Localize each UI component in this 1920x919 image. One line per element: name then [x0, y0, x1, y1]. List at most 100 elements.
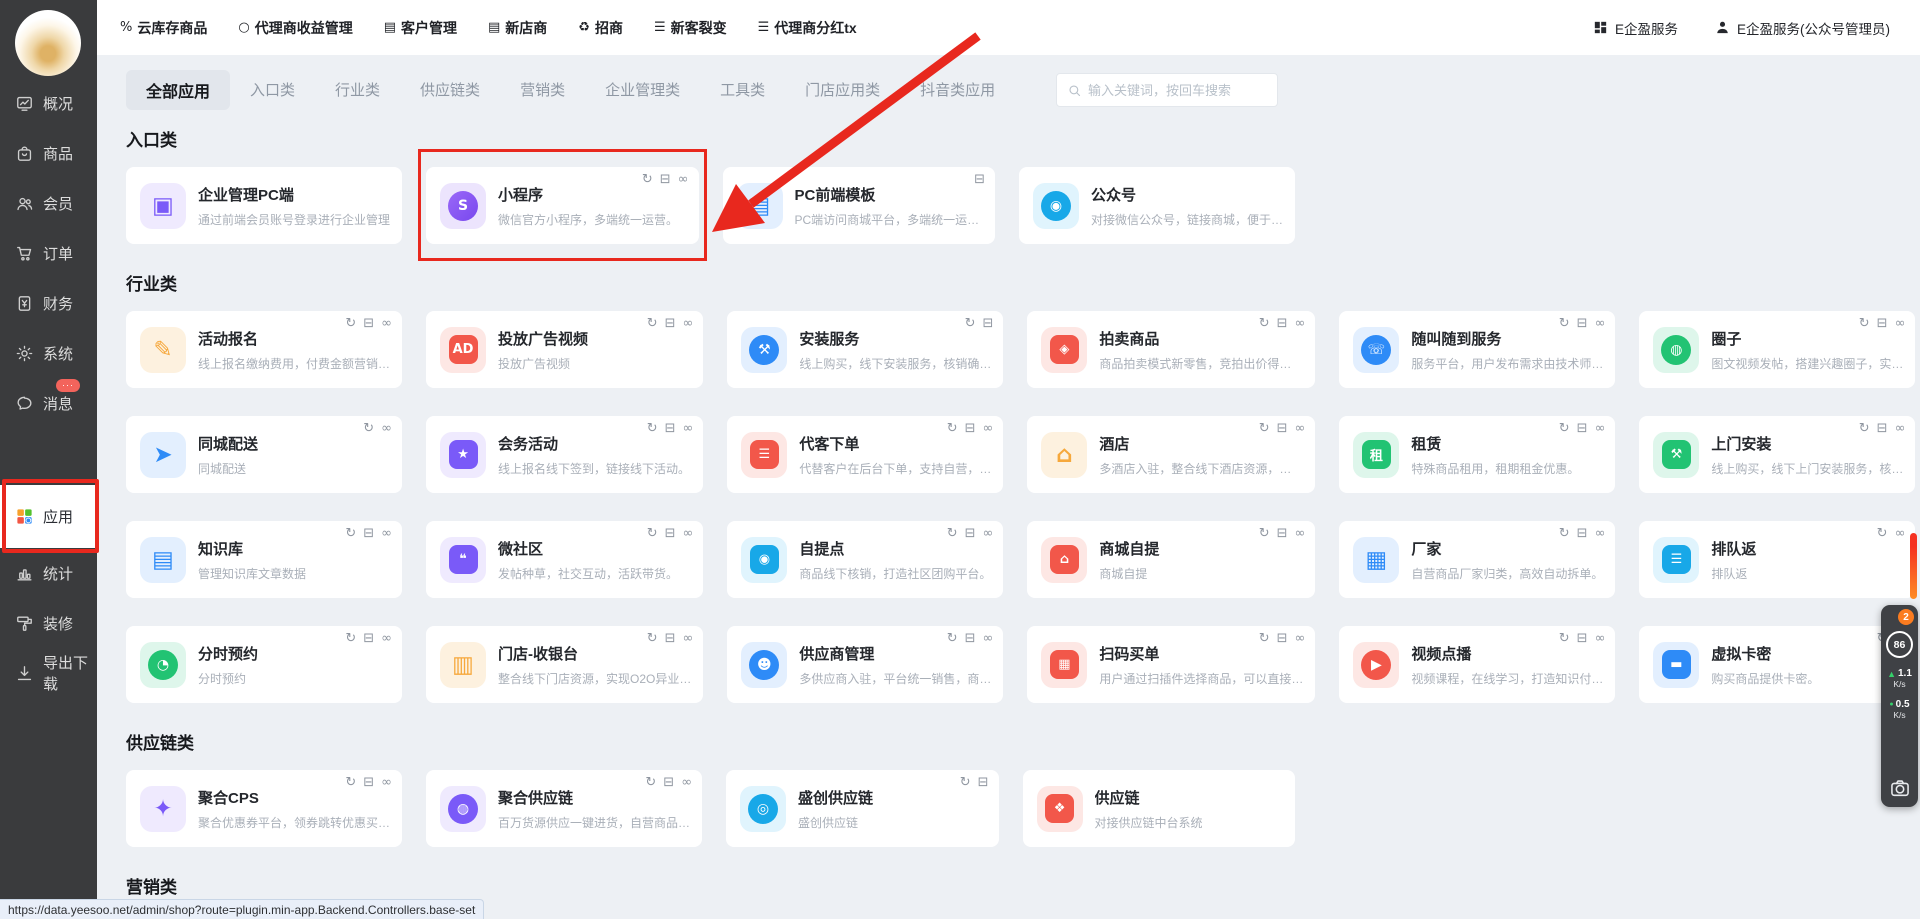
nav-item-代理商分红tx[interactable]: ☰代理商分红tx	[758, 18, 857, 38]
app-card-虚拟卡密[interactable]: ▬虚拟卡密购买商品提供卡密。↻⊟	[1639, 626, 1915, 703]
sidebar-item-finance[interactable]: 财务	[0, 278, 97, 328]
account-menu[interactable]: E企盈服务(公众号管理员)	[1714, 18, 1890, 38]
app-card-厂家[interactable]: ▦厂家自营商品厂家归类，高效自动拆单。↻⊟∞	[1339, 521, 1615, 598]
link-icon[interactable]: ∞	[683, 632, 694, 645]
refresh-icon[interactable]: ↻	[1859, 317, 1870, 330]
app-card-聚合供应链[interactable]: ◍聚合供应链百万货源供应一键进货，自营商品…↻⊟∞	[426, 770, 702, 847]
link-icon[interactable]: ∞	[683, 422, 694, 435]
tab-行业类[interactable]: 行业类	[315, 71, 400, 108]
link-icon[interactable]: ∞	[381, 317, 392, 330]
app-card-PC前端模板[interactable]: ▤PC前端模板PC端访问商城平台，多端统一运…⊟	[723, 167, 996, 244]
link-icon[interactable]: ∞	[1895, 422, 1906, 435]
refresh-icon[interactable]: ↻	[1559, 317, 1570, 330]
print-icon[interactable]: ⊟	[978, 776, 989, 789]
refresh-icon[interactable]: ↻	[1259, 632, 1270, 645]
refresh-icon[interactable]: ↻	[645, 776, 656, 789]
refresh-icon[interactable]: ↻	[647, 317, 658, 330]
refresh-icon[interactable]: ↻	[345, 632, 356, 645]
print-icon[interactable]: ⊟	[1877, 317, 1888, 330]
app-card-聚合CPS[interactable]: ✦聚合CPS聚合优惠券平台，领券跳转优惠买…↻⊟∞	[126, 770, 402, 847]
sidebar-item-decorate[interactable]: 装修	[0, 598, 97, 648]
refresh-icon[interactable]: ↻	[947, 632, 958, 645]
link-icon[interactable]: ∞	[381, 632, 392, 645]
app-card-供应链[interactable]: ❖供应链对接供应链中台系统	[1023, 770, 1296, 847]
sidebar-item-overview[interactable]: 概况	[0, 78, 97, 128]
sidebar-item-system[interactable]: 系统	[0, 328, 97, 378]
app-card-活动报名[interactable]: ✎活动报名线上报名缴纳费用，付费金额营销…↻⊟∞	[126, 311, 402, 388]
app-card-随叫随到服务[interactable]: ☏随叫随到服务服务平台，用户发布需求由技术师…↻⊟∞	[1339, 311, 1615, 388]
search-input[interactable]	[1088, 83, 1267, 98]
app-card-视频点播[interactable]: ▶视频点播视频课程，在线学习，打造知识付…↻⊟∞	[1339, 626, 1615, 703]
app-card-圈子[interactable]: ◍圈子图文视频发帖，搭建兴趣圈子，实…↻⊟∞	[1639, 311, 1915, 388]
print-icon[interactable]: ⊟	[1577, 632, 1588, 645]
app-card-扫码买单[interactable]: ▦扫码买单用户通过扫插件选择商品，可以直接…↻⊟∞	[1027, 626, 1315, 703]
refresh-icon[interactable]: ↻	[1877, 527, 1888, 540]
link-icon[interactable]: ∞	[983, 632, 994, 645]
sidebar-item-members[interactable]: 会员	[0, 178, 97, 228]
tab-抖音类应用[interactable]: 抖音类应用	[900, 71, 1015, 108]
refresh-icon[interactable]: ↻	[647, 422, 658, 435]
refresh-icon[interactable]: ↻	[960, 776, 971, 789]
print-icon[interactable]: ⊟	[665, 632, 676, 645]
app-card-会务活动[interactable]: ★会务活动线上报名线下签到，链接线下活动。↻⊟∞	[426, 416, 703, 493]
app-card-小程序[interactable]: S小程序微信官方小程序，多端统一运营。↻⊟∞	[426, 167, 698, 244]
app-card-安装服务[interactable]: ⚒安装服务线上购买，线下安装服务，核销确…↻⊟	[727, 311, 1003, 388]
refresh-icon[interactable]: ↻	[947, 527, 958, 540]
refresh-icon[interactable]: ↻	[1559, 632, 1570, 645]
print-icon[interactable]: ⊟	[974, 173, 985, 186]
app-card-盛创供应链[interactable]: ◎盛创供应链盛创供应链↻⊟	[726, 770, 998, 847]
link-icon[interactable]: ∞	[1295, 317, 1306, 330]
link-icon[interactable]: ∞	[983, 527, 994, 540]
app-card-自提点[interactable]: ◉自提点商品线下核销，打造社区团购平台。↻⊟∞	[727, 521, 1003, 598]
print-icon[interactable]: ⊟	[1277, 317, 1288, 330]
avatar[interactable]	[15, 10, 81, 76]
scrollbar-thumb[interactable]	[1910, 533, 1917, 599]
app-card-排队返[interactable]: ☰排队返排队返↻∞	[1639, 521, 1915, 598]
link-icon[interactable]: ∞	[1595, 632, 1606, 645]
tab-门店应用类[interactable]: 门店应用类	[785, 71, 900, 108]
print-icon[interactable]: ⊟	[965, 632, 976, 645]
refresh-icon[interactable]: ↻	[345, 317, 356, 330]
app-card-代客下单[interactable]: ☰代客下单代替客户在后台下单，支持自营，…↻⊟∞	[727, 416, 1003, 493]
app-card-供应商管理[interactable]: ☻供应商管理多供应商入驻，平台统一销售，商…↻⊟∞	[727, 626, 1003, 703]
refresh-icon[interactable]: ↻	[363, 422, 374, 435]
refresh-icon[interactable]: ↻	[965, 317, 976, 330]
refresh-icon[interactable]: ↻	[1259, 527, 1270, 540]
sidebar-item-orders[interactable]: 订单	[0, 228, 97, 278]
tab-供应链类[interactable]: 供应链类	[400, 71, 500, 108]
print-icon[interactable]: ⊟	[1577, 527, 1588, 540]
link-icon[interactable]: ∞	[381, 527, 392, 540]
app-card-公众号[interactable]: ◉公众号对接微信公众号，链接商城，便于…	[1019, 167, 1295, 244]
app-card-门店-收银台[interactable]: ▥门店-收银台整合线下门店资源，实现O2O异业…↻⊟∞	[426, 626, 703, 703]
workspace-switcher[interactable]: E企盈服务	[1592, 18, 1678, 38]
sidebar-item-apps[interactable]: 应用	[0, 485, 97, 548]
refresh-icon[interactable]: ↻	[947, 422, 958, 435]
refresh-icon[interactable]: ↻	[647, 632, 658, 645]
link-icon[interactable]: ∞	[381, 422, 392, 435]
print-icon[interactable]: ⊟	[1577, 422, 1588, 435]
sidebar-item-export[interactable]: 导出下载	[0, 648, 97, 698]
net-monitor-widget[interactable]: 2 86 ▲ 1.1 K/s ● 0.5 K/s	[1881, 605, 1918, 807]
app-card-投放广告视频[interactable]: AD投放广告视频投放广告视频↻⊟∞	[426, 311, 703, 388]
app-card-酒店[interactable]: ⌂酒店多酒店入驻，整合线下酒店资源，…↻⊟∞	[1027, 416, 1315, 493]
tab-工具类[interactable]: 工具类	[700, 71, 785, 108]
print-icon[interactable]: ⊟	[663, 776, 674, 789]
link-icon[interactable]: ∞	[983, 422, 994, 435]
tab-全部应用[interactable]: 全部应用	[126, 70, 230, 110]
refresh-icon[interactable]: ↻	[647, 527, 658, 540]
link-icon[interactable]: ∞	[681, 776, 692, 789]
print-icon[interactable]: ⊟	[660, 173, 671, 186]
app-card-租赁[interactable]: 租租赁特殊商品租用，租期租金优惠。↻⊟∞	[1339, 416, 1615, 493]
nav-item-招商[interactable]: ♻招商	[578, 18, 623, 38]
nav-item-新店商[interactable]: ▤新店商	[488, 18, 547, 38]
refresh-icon[interactable]: ↻	[642, 173, 653, 186]
print-icon[interactable]: ⊟	[965, 527, 976, 540]
refresh-icon[interactable]: ↻	[1259, 317, 1270, 330]
sidebar-item-stats[interactable]: 统计	[0, 548, 97, 598]
link-icon[interactable]: ∞	[678, 173, 689, 186]
app-card-拍卖商品[interactable]: ◈拍卖商品商品拍卖模式新零售，竞拍出价得…↻⊟∞	[1027, 311, 1315, 388]
link-icon[interactable]: ∞	[683, 527, 694, 540]
nav-item-新客裂变[interactable]: ☰新客裂变	[654, 18, 727, 38]
refresh-icon[interactable]: ↻	[1259, 422, 1270, 435]
refresh-icon[interactable]: ↻	[345, 527, 356, 540]
